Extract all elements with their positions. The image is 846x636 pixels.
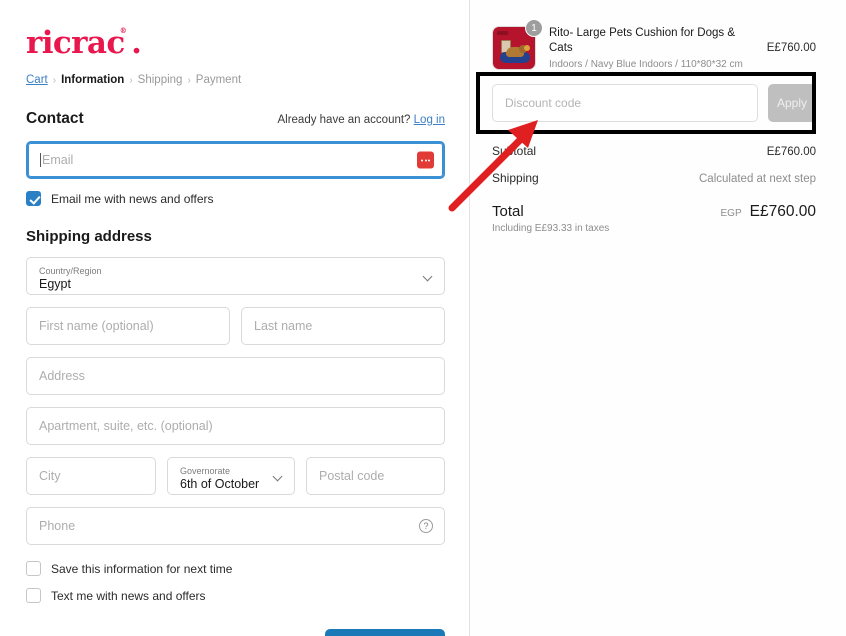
password-manager-icon[interactable] bbox=[417, 152, 434, 169]
name-row: First name (optional) Last name bbox=[26, 307, 445, 345]
save-info-label: Save this information for next time bbox=[51, 562, 232, 576]
product-price: E£760.00 bbox=[767, 42, 816, 54]
phone-placeholder: Phone bbox=[39, 519, 75, 533]
logo-reg-icon: ® bbox=[120, 26, 126, 35]
email-field[interactable]: Email bbox=[26, 141, 445, 179]
chevron-down-icon bbox=[273, 472, 283, 482]
product-title: Rito- Large Pets Cushion for Dogs & Cats bbox=[549, 26, 754, 56]
product-details: Rito- Large Pets Cushion for Dogs & Cats… bbox=[549, 26, 754, 70]
country-region-select[interactable]: Country/Region Egypt bbox=[26, 257, 445, 295]
discount-row: Discount code Apply bbox=[492, 84, 816, 122]
text-offers-checkbox-row[interactable]: Text me with news and offers bbox=[26, 588, 445, 603]
country-region-label: Country/Region bbox=[39, 266, 418, 277]
shipping-row: Shipping Calculated at next step bbox=[492, 171, 816, 185]
breadcrumb-item-cart[interactable]: Cart bbox=[26, 74, 48, 86]
discount-section: Discount code Apply bbox=[492, 84, 816, 122]
apply-discount-button[interactable]: Apply bbox=[768, 84, 816, 122]
governorate-label: Governorate bbox=[180, 466, 268, 477]
total-row: Total Including E£93.33 in taxes EGP E£7… bbox=[492, 203, 816, 234]
order-line-item: 1 Rito- Large Pets Cushion for Dogs & Ca… bbox=[492, 26, 816, 70]
breadcrumb-separator-icon: › bbox=[187, 75, 190, 86]
continue-to-shipping-button[interactable]: Continue to shipping bbox=[325, 629, 445, 636]
city-field[interactable]: City bbox=[26, 457, 156, 495]
country-region-value: Egypt bbox=[39, 277, 418, 291]
total-value: E£760.00 bbox=[750, 203, 816, 221]
chevron-down-icon bbox=[423, 272, 433, 282]
city-placeholder: City bbox=[39, 469, 61, 483]
total-label: Total bbox=[492, 203, 609, 220]
text-offers-label: Text me with news and offers bbox=[51, 589, 206, 603]
discount-code-placeholder: Discount code bbox=[505, 96, 581, 110]
breadcrumb-item-information[interactable]: Information bbox=[61, 74, 124, 86]
contact-section-header: Contact Already have an account? Log in bbox=[26, 110, 445, 128]
first-name-field[interactable]: First name (optional) bbox=[26, 307, 230, 345]
city-governorate-postal-row: City Governorate 6th of October Postal c… bbox=[26, 457, 445, 495]
total-left: Total Including E£93.33 in taxes bbox=[492, 203, 609, 234]
subtotal-value: E£760.00 bbox=[767, 146, 816, 158]
breadcrumb-separator-icon: › bbox=[53, 75, 56, 86]
last-name-placeholder: Last name bbox=[254, 319, 312, 333]
breadcrumb-item-payment[interactable]: Payment bbox=[196, 74, 241, 86]
product-variant: Indoors / Navy Blue Indoors / 110*80*32 … bbox=[549, 59, 754, 70]
newsletter-label: Email me with news and offers bbox=[51, 192, 214, 206]
account-note: Already have an account? Log in bbox=[277, 114, 445, 126]
discount-code-input[interactable]: Discount code bbox=[492, 84, 758, 122]
last-name-field[interactable]: Last name bbox=[241, 307, 445, 345]
address-field[interactable]: Address bbox=[26, 357, 445, 395]
total-currency: EGP bbox=[721, 208, 742, 219]
subtotal-label: Subtotal bbox=[492, 144, 536, 158]
postal-code-placeholder: Postal code bbox=[319, 469, 384, 483]
phone-field[interactable]: Phone ? bbox=[26, 507, 445, 545]
form-footer: Return to cart Continue to shipping bbox=[26, 629, 445, 636]
apartment-placeholder: Apartment, suite, etc. (optional) bbox=[39, 419, 213, 433]
login-link[interactable]: Log in bbox=[414, 114, 445, 126]
governorate-value: 6th of October bbox=[180, 477, 268, 491]
logo-dot: . bbox=[131, 25, 141, 61]
order-summary-column: 1 Rito- Large Pets Cushion for Dogs & Ca… bbox=[470, 0, 846, 636]
save-info-checkbox[interactable] bbox=[26, 561, 41, 576]
product-thumbnail-wrap: 1 bbox=[492, 26, 536, 70]
logo-text: ricrac bbox=[26, 25, 125, 61]
contact-title: Contact bbox=[26, 110, 84, 128]
breadcrumb: Cart › Information › Shipping › Payment bbox=[26, 74, 445, 86]
breadcrumb-item-shipping[interactable]: Shipping bbox=[138, 74, 183, 86]
shipping-label: Shipping bbox=[492, 171, 539, 185]
first-name-placeholder: First name (optional) bbox=[39, 319, 154, 333]
tax-note: Including E£93.33 in taxes bbox=[492, 223, 609, 234]
account-note-text: Already have an account? bbox=[277, 114, 410, 126]
save-info-checkbox-row[interactable]: Save this information for next time bbox=[26, 561, 445, 576]
postal-code-field[interactable]: Postal code bbox=[306, 457, 445, 495]
checkout-form-column: ricrac®. Cart › Information › Shipping ›… bbox=[0, 0, 470, 636]
governorate-select[interactable]: Governorate 6th of October bbox=[167, 457, 295, 495]
breadcrumb-separator-icon: › bbox=[129, 75, 132, 86]
help-icon[interactable]: ? bbox=[419, 519, 433, 533]
address-placeholder: Address bbox=[39, 369, 85, 383]
checkout-page: ricrac®. Cart › Information › Shipping ›… bbox=[0, 0, 846, 636]
shipping-address-title: Shipping address bbox=[26, 228, 445, 245]
apartment-field[interactable]: Apartment, suite, etc. (optional) bbox=[26, 407, 445, 445]
email-placeholder: Email bbox=[42, 153, 73, 167]
newsletter-checkbox-row[interactable]: Email me with news and offers bbox=[26, 191, 445, 206]
newsletter-checkbox[interactable] bbox=[26, 191, 41, 206]
text-offers-checkbox[interactable] bbox=[26, 588, 41, 603]
subtotal-row: Subtotal E£760.00 bbox=[492, 144, 816, 158]
totals-section: Subtotal E£760.00 Shipping Calculated at… bbox=[492, 144, 816, 234]
total-right: EGP E£760.00 bbox=[721, 203, 817, 221]
text-caret bbox=[40, 153, 41, 167]
store-logo[interactable]: ricrac®. bbox=[26, 28, 141, 59]
shipping-value: Calculated at next step bbox=[699, 173, 816, 185]
quantity-badge: 1 bbox=[525, 19, 543, 37]
